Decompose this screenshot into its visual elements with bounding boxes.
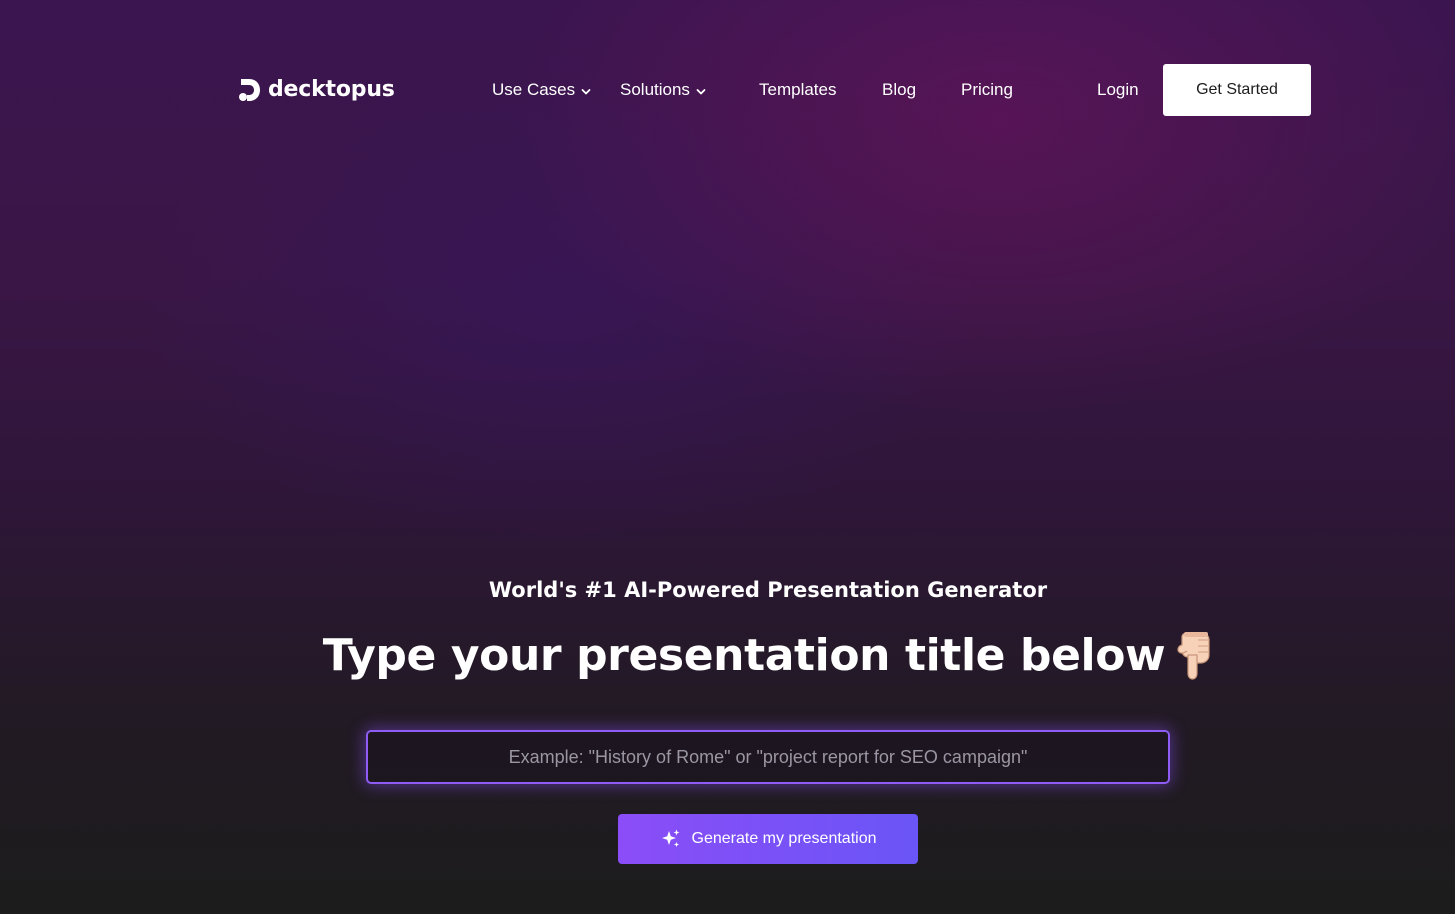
hero-headline-row: Type your presentation title below	[0, 624, 1455, 688]
generate-presentation-label: Generate my presentation	[691, 830, 877, 847]
chevron-down-icon	[581, 88, 591, 94]
nav-templates-link[interactable]: Templates	[759, 78, 836, 102]
nav-use-cases-dropdown[interactable]: Use Cases	[492, 78, 592, 102]
generate-presentation-button[interactable]: Generate my presentation	[618, 814, 918, 864]
presentation-title-input[interactable]	[368, 732, 1168, 782]
get-started-button[interactable]: Get Started	[1163, 64, 1311, 116]
nav-solutions-dropdown[interactable]: Solutions	[620, 78, 707, 102]
nav-pricing-link[interactable]: Pricing	[961, 78, 1013, 102]
nav-solutions-label: Solutions	[620, 80, 690, 99]
landing-page: decktopus Use Cases Solutions Templates …	[0, 0, 1455, 914]
pointing-down-hand-icon	[1177, 632, 1210, 680]
presentation-title-field	[366, 730, 1170, 784]
hero-headline: Type your presentation title below	[322, 630, 1166, 681]
nav-use-cases-label: Use Cases	[492, 80, 576, 99]
chevron-down-icon	[696, 88, 706, 94]
login-link[interactable]: Login	[1097, 78, 1139, 102]
brand-logo-link[interactable]: decktopus	[238, 76, 395, 104]
sparkle-icon	[661, 829, 679, 847]
hero-eyebrow: World's #1 AI-Powered Presentation Gener…	[488, 578, 1048, 602]
decktopus-logo-icon	[239, 79, 260, 101]
nav-blog-link[interactable]: Blog	[882, 78, 916, 102]
brand-name: decktopus	[268, 77, 395, 102]
